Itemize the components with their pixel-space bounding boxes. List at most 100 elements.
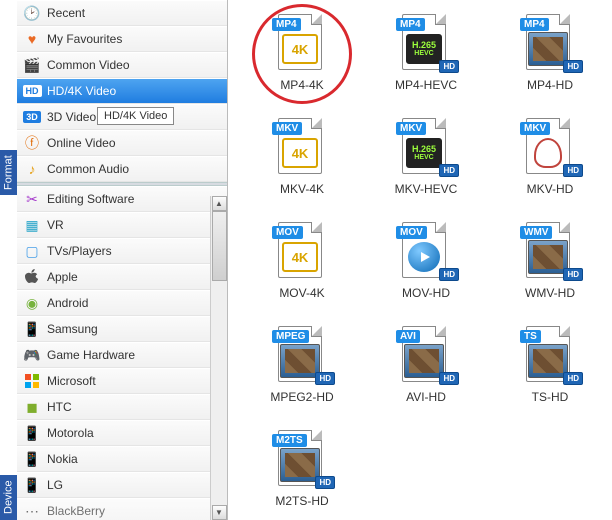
sidebar-item-label: Apple (47, 270, 78, 284)
music-note-icon: ♪ (23, 160, 41, 178)
format-grid-panel: MP44KMP4-4KMP4H.265HEVCHDMP4-HEVCMP4HDMP… (228, 0, 612, 520)
extension-badge: MP4 (520, 18, 549, 31)
sidebar-item-label: Microsoft (47, 374, 96, 388)
format-item-mkv-hd[interactable]: MKVHDMKV-HD (492, 118, 608, 210)
sidebar-item-label: My Favourites (47, 32, 122, 46)
sidebar-item-3d-video[interactable]: 3D 3D Video HD/4K Video (17, 104, 227, 130)
extension-badge: MP4 (396, 18, 425, 31)
vr-icon: ▦ (23, 216, 41, 234)
extension-badge: M2TS (272, 434, 307, 447)
sidebar-item-label: HTC (47, 400, 72, 414)
format-item-m2ts-hd[interactable]: M2TSHD M2TS-HD (244, 430, 360, 520)
sidebar-item-motorola[interactable]: 📱 Motorola (17, 420, 227, 446)
sidebar-item-tvs-players[interactable]: ▢ TVs/Players (17, 238, 227, 264)
sidebar-item-label: TVs/Players (47, 244, 112, 258)
scissors-icon: ✂ (23, 190, 41, 208)
format-label: MP4-4K (280, 78, 323, 92)
format-label: MP4-HEVC (395, 78, 457, 92)
extension-badge: WMV (520, 226, 552, 239)
format-item-mpeg2-hd[interactable]: MPEGHD MPEG2-HD (244, 326, 360, 418)
sidebar-item-favourites[interactable]: ♥ My Favourites (17, 26, 227, 52)
format-item-wmv-hd[interactable]: WMVHDWMV-HD (492, 222, 608, 314)
microsoft-icon (23, 372, 41, 390)
extension-badge: MKV (396, 122, 426, 135)
format-item-avi-hd[interactable]: AVIHD AVI-HD (368, 326, 484, 418)
format-label: M2TS-HD (275, 494, 328, 508)
3d-badge-icon: 3D (23, 108, 41, 126)
sidebar-item-label: Editing Software (47, 192, 134, 206)
sidebar-item-label: Motorola (47, 426, 94, 440)
extension-badge: MP4 (272, 18, 301, 31)
sidebar-item-label: BlackBerry (47, 504, 105, 518)
file-type-icon: MP4HD (520, 14, 580, 72)
format-label: MOV-4K (279, 286, 324, 300)
sidebar-item-label: Common Audio (47, 162, 129, 176)
extension-badge: MPEG (272, 330, 309, 343)
format-label: MOV-HD (402, 286, 450, 300)
extension-badge: TS (520, 330, 541, 343)
file-type-icon: MKVH.265HEVCHD (396, 118, 456, 176)
format-item-mkv-4k[interactable]: MKV4KMKV-4K (244, 118, 360, 210)
file-type-icon: MOV4K (272, 222, 332, 280)
format-item-mov-hd[interactable]: MOVHDMOV-HD (368, 222, 484, 314)
format-label: AVI-HD (406, 390, 446, 404)
scroll-thumb[interactable] (212, 211, 227, 281)
sidebar-item-label: Common Video (47, 58, 130, 72)
extension-badge: MKV (520, 122, 550, 135)
file-type-icon: TSHD (520, 326, 580, 384)
nokia-icon: 📱 (23, 450, 41, 468)
tooltip: HD/4K Video (97, 107, 174, 125)
extension-badge: AVI (396, 330, 420, 343)
format-label: MKV-4K (280, 182, 324, 196)
blackberry-icon: ⋯ (23, 502, 41, 520)
extension-badge: MKV (272, 122, 302, 135)
format-item-mp4-hd[interactable]: MP4HDMP4-HD (492, 14, 608, 106)
sidebar-item-lg[interactable]: 📱 LG (17, 472, 227, 498)
sidebar-item-game-hardware[interactable]: 🎮 Game Hardware (17, 342, 227, 368)
device-vertical-tab[interactable]: Device (0, 475, 17, 520)
sidebar-item-common-audio[interactable]: ♪ Common Audio (17, 156, 227, 182)
tv-icon: ▢ (23, 242, 41, 260)
format-vertical-tab[interactable]: Format (0, 150, 17, 195)
sidebar-item-blackberry[interactable]: ⋯ BlackBerry (17, 498, 227, 520)
file-type-icon: M2TSHD (272, 430, 332, 488)
sidebar-item-android[interactable]: ◉ Android (17, 290, 227, 316)
sidebar-item-recent[interactable]: 🕑 Recent (17, 0, 227, 26)
sidebar-item-common-video[interactable]: 🎬 Common Video (17, 52, 227, 78)
scroll-up-button[interactable]: ▲ (212, 196, 227, 211)
scroll-track[interactable] (212, 211, 227, 505)
samsung-icon: 📱 (23, 320, 41, 338)
sidebar-item-samsung[interactable]: 📱 Samsung (17, 316, 227, 342)
sidebar-item-hd-4k-video[interactable]: HD HD/4K Video (17, 78, 227, 104)
format-item-ts-hd[interactable]: TSHDTS-HD (492, 326, 608, 418)
sidebar-item-label: Samsung (47, 322, 98, 336)
file-type-icon: MP4H.265HEVCHD (396, 14, 456, 72)
format-label: MPEG2-HD (270, 390, 333, 404)
sidebar-item-editing-software[interactable]: ✂ Editing Software (17, 186, 227, 212)
scroll-down-button[interactable]: ▼ (212, 505, 227, 520)
format-item-mov-4k[interactable]: MOV4K MOV-4K (244, 222, 360, 314)
sidebar-scrollbar[interactable]: ▲ ▼ (210, 196, 227, 520)
sidebar-item-microsoft[interactable]: Microsoft (17, 368, 227, 394)
film-icon: 🎬 (23, 56, 41, 74)
hd-badge-icon: HD (23, 82, 41, 100)
file-type-icon: AVIHD (396, 326, 456, 384)
file-type-icon: MPEGHD (272, 326, 332, 384)
sidebar-item-htc[interactable]: ◼ HTC (17, 394, 227, 420)
sidebar-item-online-video[interactable]: ⓕ Online Video (17, 130, 227, 156)
sidebar: Format Device 🕑 Recent ♥ My Favourites 🎬… (0, 0, 228, 520)
file-type-icon: MP44K (272, 14, 332, 72)
sidebar-item-label: Recent (47, 6, 85, 20)
sidebar-item-label: Nokia (47, 452, 78, 466)
sidebar-item-apple[interactable]: Apple (17, 264, 227, 290)
extension-badge: MOV (272, 226, 303, 239)
extension-badge: MOV (396, 226, 427, 239)
sidebar-item-label: 3D Video (47, 110, 96, 124)
format-item-mp4-hevc[interactable]: MP4H.265HEVCHD MP4-HEVC (368, 14, 484, 106)
android-icon: ◉ (23, 294, 41, 312)
sidebar-item-vr[interactable]: ▦ VR (17, 212, 227, 238)
sidebar-item-label: HD/4K Video (47, 84, 116, 98)
sidebar-item-nokia[interactable]: 📱 Nokia (17, 446, 227, 472)
format-item-mkv-hevc[interactable]: MKVH.265HEVCHDMKV-HEVC (368, 118, 484, 210)
format-item-mp4-4k[interactable]: MP44K MP4-4K (244, 14, 360, 106)
